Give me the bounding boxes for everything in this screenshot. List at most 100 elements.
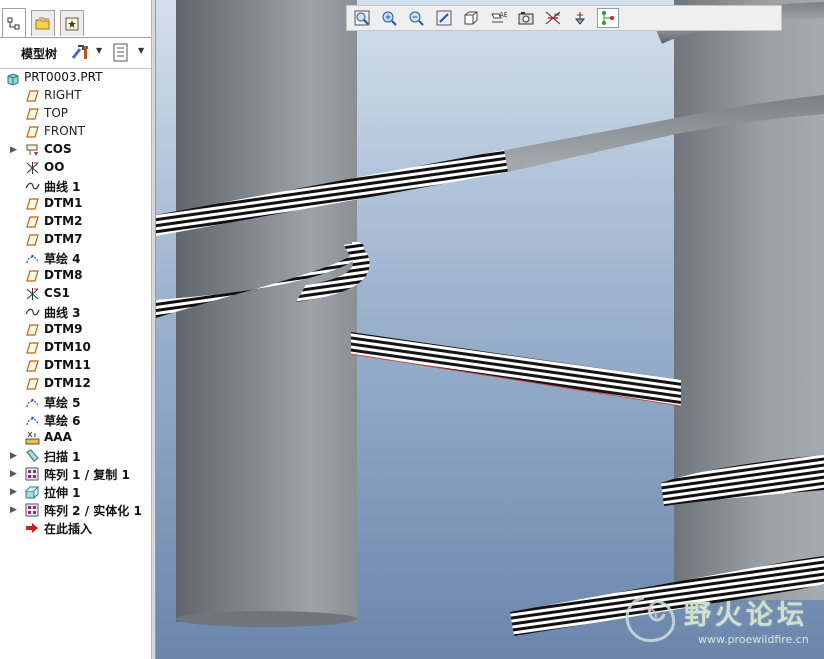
svg-text:xx: xx [554, 12, 560, 18]
tree-item[interactable]: 草绘 4 [0, 249, 151, 267]
tree-item[interactable]: FRONT [0, 123, 151, 141]
tree-item-label: TOP [44, 106, 69, 120]
tree-item-label: 在此插入 [44, 522, 93, 536]
tree-item[interactable]: DTM2 [0, 213, 151, 231]
tree-item-label: 草绘 4 [44, 252, 81, 266]
zoom-out-icon[interactable] [405, 8, 427, 28]
tree-item-label: DTM10 [44, 340, 91, 354]
display-style-icon[interactable]: AB [487, 8, 509, 28]
view-manager-icon[interactable] [515, 8, 537, 28]
refit-icon[interactable] [433, 8, 455, 28]
tree-item[interactable]: ▶ 阵列 2 / 实体化 1 [0, 501, 151, 519]
tools-dropdown-icon[interactable]: ▼ [96, 46, 102, 55]
tree-item[interactable]: AAA [0, 429, 151, 447]
tree-item[interactable]: ▶ COS [0, 141, 151, 159]
tree-item-label: OO [44, 160, 65, 174]
tree-item-label: 草绘 5 [44, 396, 81, 410]
tree-item-label: DTM12 [44, 376, 91, 390]
expand-arrow-icon[interactable]: ▶ [10, 451, 17, 461]
folder-browser-tab-icon[interactable] [31, 10, 55, 36]
saved-views-icon[interactable] [460, 8, 482, 28]
tree-item-label: DTM1 [44, 196, 83, 210]
tree-item[interactable]: 草绘 5 [0, 393, 151, 411]
expand-arrow-icon[interactable]: ▶ [10, 487, 17, 497]
pattern-icon [25, 503, 40, 517]
tree-item-label: 拉伸 1 [44, 486, 81, 500]
coordinate-system-icon [25, 161, 40, 175]
tree-item-label: 扫描 1 [44, 450, 81, 464]
spin-center-icon[interactable] [597, 8, 619, 28]
expand-arrow-icon[interactable]: ▶ [10, 145, 17, 155]
coordinate-system-icon [25, 287, 40, 301]
tree-item[interactable]: DTM7 [0, 231, 151, 249]
pattern-icon [25, 467, 40, 481]
tree-item[interactable]: RIGHT [0, 87, 151, 105]
zoom-window-icon[interactable] [351, 8, 373, 28]
tree-item-label: CS1 [44, 286, 71, 300]
tree-item[interactable]: DTM8 [0, 267, 151, 285]
tree-item-label: DTM11 [44, 358, 91, 372]
tab-divider [0, 37, 151, 38]
tree-item[interactable]: 在此插入 [0, 519, 151, 537]
tree-item-label: DTM8 [44, 268, 83, 282]
model-tree-label[interactable]: 模型树 [21, 45, 57, 62]
tree-item-label: 阵列 2 / 实体化 1 [44, 504, 142, 518]
tools-icon[interactable] [70, 44, 92, 66]
model-tree-tab-icon[interactable] [2, 8, 26, 38]
tree-item-label: 曲线 3 [44, 306, 81, 320]
tree-item-label: RIGHT [44, 88, 82, 102]
sketch-icon [25, 395, 40, 409]
datum-plane-icon [25, 359, 40, 373]
3d-model-scene[interactable] [156, 0, 824, 659]
forum-watermark: 野火论坛 www.proewildfire.cn [616, 586, 824, 656]
tree-item[interactable]: ▶ 拉伸 1 [0, 483, 151, 501]
datum-plane-icon [25, 233, 40, 247]
datum-plane-icon [25, 89, 40, 103]
tree-item[interactable]: CS1 [0, 285, 151, 303]
tree-item[interactable]: DTM10 [0, 339, 151, 357]
tree-item[interactable]: TOP [0, 105, 151, 123]
watermark-title: 野火论坛 [684, 600, 808, 631]
sketch-icon [25, 251, 40, 265]
tree-item[interactable]: DTM1 [0, 195, 151, 213]
tree-item[interactable]: DTM12 [0, 375, 151, 393]
tree-item-label: 草绘 6 [44, 414, 81, 428]
settings-dropdown-icon[interactable]: ▼ [138, 46, 144, 55]
tree-item-label: DTM9 [44, 322, 83, 336]
tree-item-label: 阵列 1 / 复制 1 [44, 468, 130, 482]
favorites-tab-icon[interactable] [60, 10, 84, 36]
tree-item[interactable]: 曲线 1 [0, 177, 151, 195]
tree-item[interactable]: ▶ 阵列 1 / 复制 1 [0, 465, 151, 483]
watermark-url: www.proewildfire.cn [698, 633, 809, 646]
datum-plane-icon [25, 215, 40, 229]
graphics-window[interactable]: AB xx 野火论坛 www.proewildfire.cn [156, 0, 824, 659]
analysis-icon [25, 431, 40, 445]
curve-icon [25, 305, 40, 319]
extrude-icon [25, 485, 40, 499]
tree-root[interactable]: PRT0003.PRT [0, 69, 151, 87]
tree-item-label: 曲线 1 [44, 180, 81, 194]
watermark-logo-icon [625, 596, 676, 642]
datum-plane-icon [25, 269, 40, 283]
zoom-in-icon[interactable] [378, 8, 400, 28]
tree-item[interactable]: DTM9 [0, 321, 151, 339]
cosmetic-icon [25, 143, 40, 157]
expand-arrow-icon[interactable]: ▶ [10, 505, 17, 515]
tree-item[interactable]: ▶ 扫描 1 [0, 447, 151, 465]
tree-item[interactable]: OO [0, 159, 151, 177]
tree-item[interactable]: 曲线 3 [0, 303, 151, 321]
tree-item-label: COS [44, 142, 72, 156]
expand-arrow-icon[interactable]: ▶ [10, 469, 17, 479]
sweep-icon [25, 449, 40, 463]
annotation-display-icon[interactable] [569, 8, 591, 28]
datum-plane-icon [25, 107, 40, 121]
navigator-tabs [0, 0, 151, 39]
datum-display-icon[interactable]: xx [542, 8, 564, 28]
datum-plane-icon [25, 377, 40, 391]
datum-plane-icon [25, 125, 40, 139]
tree-item[interactable]: 草绘 6 [0, 411, 151, 429]
tree-item[interactable]: DTM11 [0, 357, 151, 375]
tree-item-label: AAA [44, 430, 72, 444]
list-settings-icon[interactable] [112, 43, 130, 67]
model-tree-toolbar: 模型树 ▼ ▼ [0, 40, 151, 68]
